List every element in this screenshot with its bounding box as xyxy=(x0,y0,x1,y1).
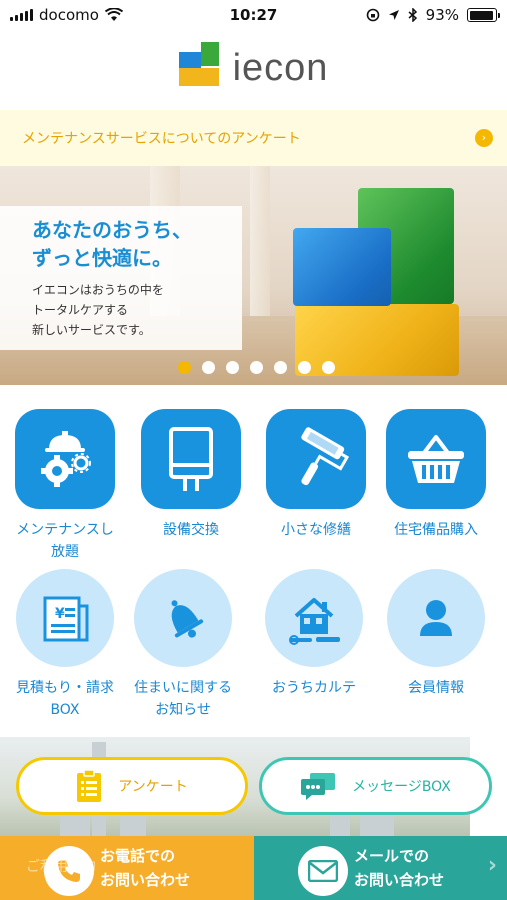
hero-title: あなたのおうち、 ずっと快適に。 xyxy=(32,218,192,270)
service-label: 設備交換 xyxy=(163,522,219,538)
location-arrow-icon xyxy=(388,10,399,20)
mail-contact-button[interactable]: メールでの お問い合わせ › xyxy=(254,836,507,900)
paint-roller-icon xyxy=(266,409,366,509)
shopping-basket-icon xyxy=(386,409,486,509)
invoice-yen-icon: ¥ xyxy=(16,569,114,667)
service-label: メンテナンスし 放題 xyxy=(16,522,114,560)
mail-contact-label: メールでの お問い合わせ xyxy=(354,847,445,889)
survey-button-label: アンケート xyxy=(118,779,188,795)
chevron-right-icon: › xyxy=(475,129,493,147)
service-label: 住宅備品購入 xyxy=(394,522,478,538)
hero-description: イエコンはおうちの中を トータルケアする 新しいサービスです。 xyxy=(32,283,164,337)
person-icon xyxy=(387,569,485,667)
survey-banner[interactable]: メンテナンスサービスについてのアンケート › xyxy=(0,110,507,166)
service-small-repairs[interactable]: 小さな修繕 xyxy=(254,409,378,541)
battery-icon xyxy=(467,8,500,22)
svg-text:¥: ¥ xyxy=(55,606,65,622)
status-bar: docomo 10:27 93% xyxy=(0,0,507,32)
service-label: 住まいに関する お知らせ xyxy=(134,680,232,718)
blue-block-image xyxy=(293,228,391,306)
house-tools-icon xyxy=(265,569,363,667)
logo-text: iecon xyxy=(232,46,329,89)
bell-icon xyxy=(134,569,232,667)
status-right: 93% xyxy=(366,6,500,24)
service-notifications[interactable]: 住まいに関する お知らせ xyxy=(121,569,245,721)
hero-carousel[interactable]: あなたのおうち、 ずっと快適に。 イエコンはおうちの中を トータルケアする 新し… xyxy=(0,166,507,385)
message-box-label: メッセージBOX xyxy=(352,779,451,795)
carousel-dot[interactable] xyxy=(250,361,263,374)
service-equipment-replacement[interactable]: 設備交換 xyxy=(129,409,253,541)
hero-card: あなたのおうち、 ずっと快適に。 イエコンはおうちの中を トータルケアする 新し… xyxy=(0,206,242,350)
rotation-lock-icon xyxy=(366,8,379,22)
carousel-indicator[interactable] xyxy=(178,361,335,374)
service-home-supplies[interactable]: 住宅備品購入 xyxy=(374,409,498,541)
terms-link-faint[interactable]: ご利用規約 xyxy=(26,856,96,876)
battery-percent: 93% xyxy=(425,6,459,24)
carousel-dot[interactable] xyxy=(178,361,191,374)
survey-button[interactable]: アンケート xyxy=(16,757,248,815)
service-label: 会員情報 xyxy=(408,680,464,696)
survey-banner-text: メンテナンスサービスについてのアンケート xyxy=(22,131,301,147)
bluetooth-icon xyxy=(408,8,417,22)
water-heater-icon xyxy=(141,409,241,509)
service-quote-invoice-box[interactable]: ¥ 見積もり・請求 BOX xyxy=(3,569,127,721)
carousel-dot[interactable] xyxy=(322,361,335,374)
service-maintenance[interactable]: メンテナンスし 放題 xyxy=(3,409,127,563)
carousel-dot[interactable] xyxy=(298,361,311,374)
service-label: 見積もり・請求 BOX xyxy=(16,680,114,718)
phone-contact-label: お電話での お問い合わせ xyxy=(100,847,191,889)
app-logo: iecon xyxy=(0,38,507,98)
message-box-button[interactable]: メッセージBOX xyxy=(259,757,492,815)
chat-bubbles-icon xyxy=(301,773,336,800)
background-pillar xyxy=(250,166,270,316)
logo-mark-icon xyxy=(178,42,223,94)
carousel-dot[interactable] xyxy=(202,361,215,374)
service-label: おうちカルテ xyxy=(272,680,356,696)
clipboard-icon xyxy=(77,769,102,802)
service-member-info[interactable]: 会員情報 xyxy=(374,569,498,699)
chevron-right-icon: › xyxy=(487,853,497,878)
mail-icon xyxy=(298,846,348,896)
service-label: 小さな修繕 xyxy=(281,522,351,538)
battery-level xyxy=(469,10,493,20)
carousel-dot[interactable] xyxy=(274,361,287,374)
service-house-record[interactable]: おうちカルテ xyxy=(252,569,376,699)
maintenance-gear-icon xyxy=(15,409,115,509)
carousel-dot[interactable] xyxy=(226,361,239,374)
